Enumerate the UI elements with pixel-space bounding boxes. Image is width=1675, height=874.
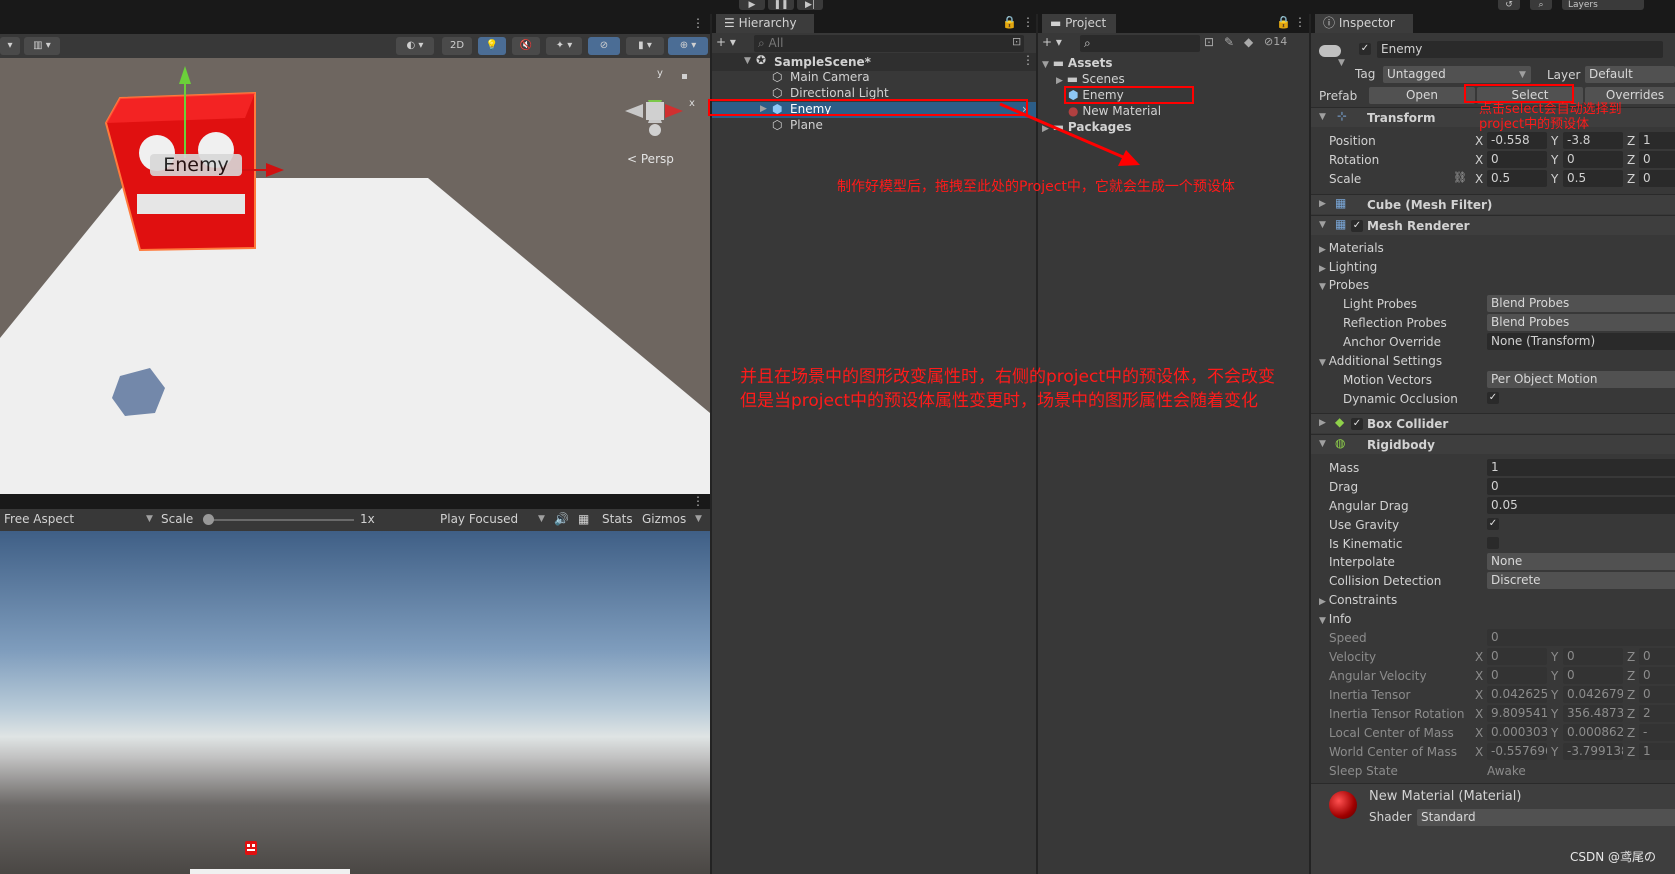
- annotation-select-line2: project中的预设体: [1479, 117, 1590, 132]
- annotation-scene-note: 并且在场景中的图形改变属性时，右侧的project中的预设体，不会改变 但是当p…: [740, 365, 1275, 413]
- annotation-select-note: 点击select会自动选择到 project中的预设体: [1479, 102, 1622, 132]
- annotation-select-line1: 点击select会自动选择到: [1479, 102, 1622, 117]
- annotation-drag-note: 制作好模型后，拖拽至此处的Project中，它就会生成一个预设体: [837, 179, 1235, 195]
- annotation-scene-line1: 并且在场景中的图形改变属性时，右侧的project中的预设体，不会改变: [740, 367, 1276, 387]
- annotation-scene-line2: 但是当project中的预设体属性变更时，场景中的图形属性会随着变化: [740, 391, 1259, 411]
- annotation-arrow: [999, 102, 1140, 166]
- watermark: CSDN @鸢尾の: [1570, 850, 1657, 864]
